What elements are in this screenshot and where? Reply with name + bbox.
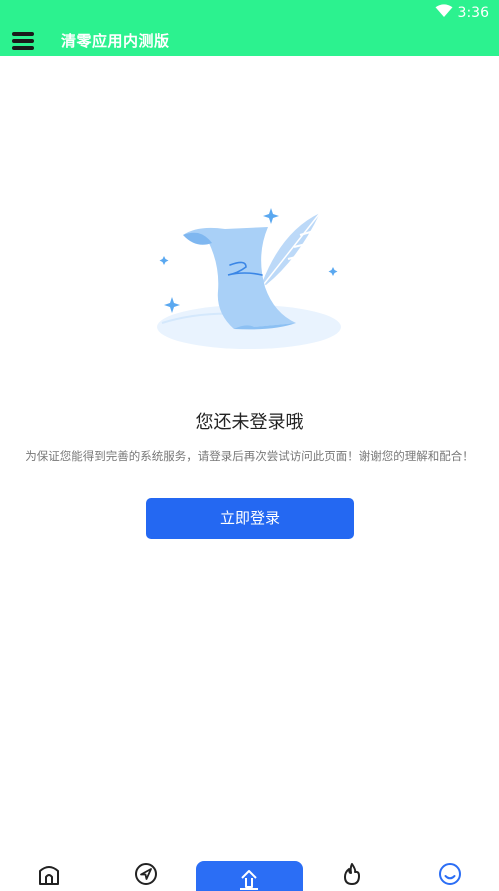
- empty-state-description: 为保证您能得到完善的系统服务，请登录后再次尝试访问此页面！谢谢您的理解和配合！: [25, 449, 474, 463]
- fire-icon[interactable]: [340, 862, 364, 886]
- app-title: 清零应用内测版: [61, 32, 170, 50]
- wifi-icon: [435, 4, 453, 17]
- app-header: 3:36 清零应用内测版: [0, 0, 499, 56]
- navigation-icon[interactable]: [134, 862, 158, 886]
- empty-state-title: 您还未登录哦: [195, 412, 304, 433]
- smile-icon[interactable]: [438, 862, 462, 886]
- bottom-tab-bar: [0, 848, 499, 891]
- tab-upload[interactable]: [196, 861, 303, 891]
- status-time: 3:36: [457, 5, 489, 21]
- empty-state-illustration: [157, 208, 341, 349]
- login-button[interactable]: 立即登录: [146, 498, 354, 539]
- menu-icon[interactable]: [12, 30, 34, 52]
- home-icon[interactable]: [37, 862, 61, 886]
